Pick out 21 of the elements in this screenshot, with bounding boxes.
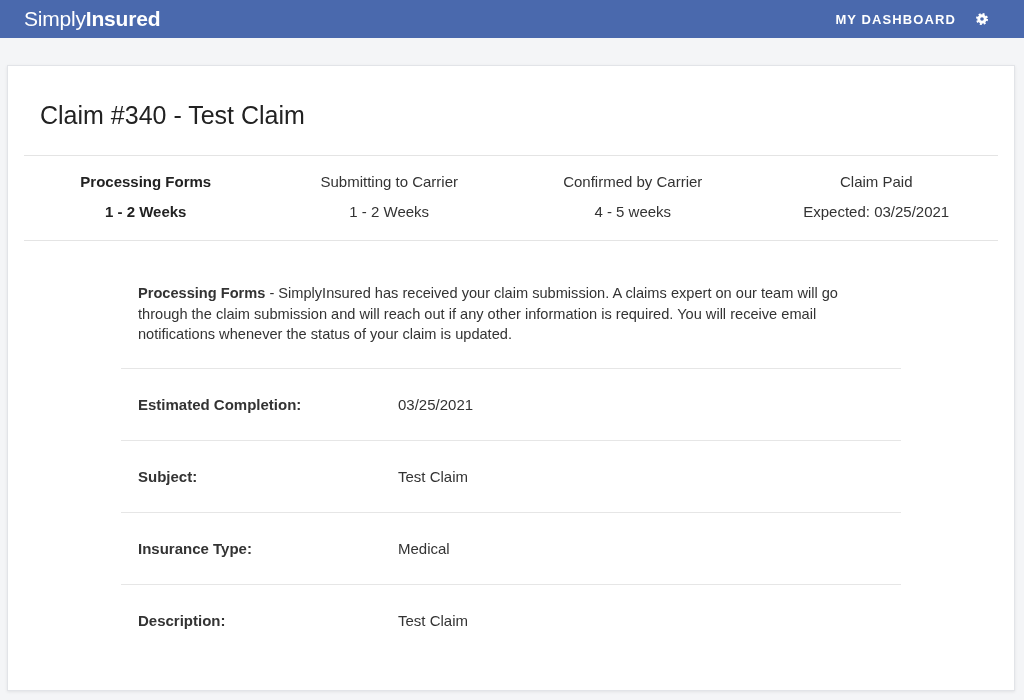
claim-title: Claim #340 - Test Claim (39, 100, 306, 131)
detail-label: Description: (138, 611, 227, 629)
status-description: Processing Forms - SimplyInsured has received your claim submission. A claims expert on our team will go through the claim submission and will reach out if any other information is required. You will receive email notifications whenever the status of your claim is updated. (137, 284, 839, 344)
detail-value: Test Claim (398, 467, 468, 485)
settings-icon[interactable] (976, 13, 988, 25)
brand-logo[interactable]: SimplyInsured (24, 7, 161, 31)
step-label: Confirmed by Carrier (563, 173, 703, 191)
step-duration: 1 - 2 Weeks (105, 203, 187, 221)
detail-label: Insurance Type: (138, 539, 253, 557)
step-duration: 4 - 5 weeks (594, 203, 672, 221)
step-label: Claim Paid (840, 173, 913, 191)
detail-value: Test Claim (398, 611, 468, 629)
detail-label: Estimated Completion: (138, 395, 303, 413)
detail-label: Subject: (138, 467, 199, 485)
dashboard-link[interactable]: MY DASHBOARD (835, 11, 956, 27)
step-duration: Expected: 03/25/2021 (803, 203, 950, 221)
step-label: Processing Forms (80, 173, 212, 191)
step-duration: 1 - 2 Weeks (349, 203, 430, 221)
detail-value: Medical (398, 539, 450, 557)
step-label: Submitting to Carrier (320, 173, 459, 191)
detail-value: 03/25/2021 (398, 395, 474, 413)
